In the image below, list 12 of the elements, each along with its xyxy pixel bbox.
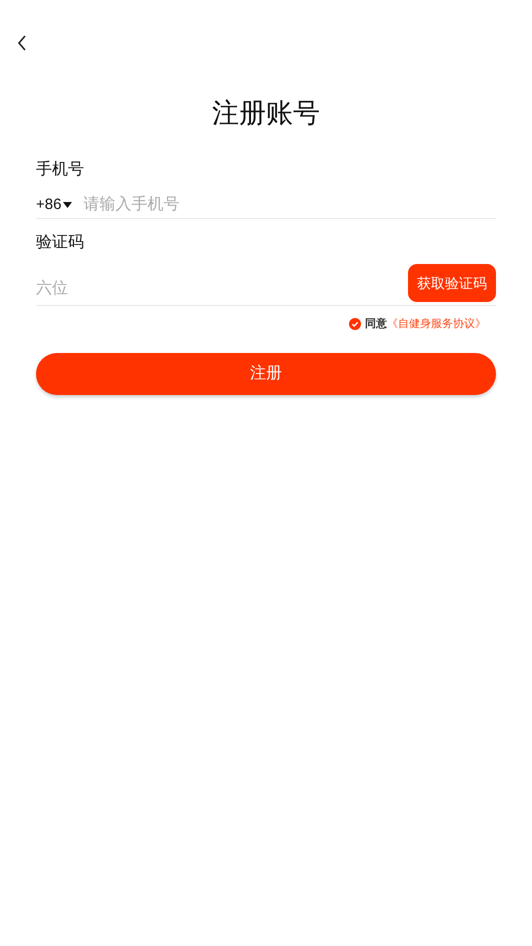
caret-icon <box>63 202 72 208</box>
page-title: 注册账号 <box>212 97 320 130</box>
agreement-text: 同意 <box>365 316 387 332</box>
phone-input-field[interactable]: 请输入手机号 <box>83 193 496 217</box>
agreement-link[interactable]: 《自健身服务协议》 <box>387 316 486 332</box>
code-input-field[interactable]: 六位 <box>36 277 408 301</box>
field-label: 手机号 <box>36 160 84 180</box>
country-code-dropdown[interactable]: +86 <box>36 194 72 216</box>
get-code-button[interactable]: 获取验证码 <box>408 264 496 302</box>
register-button[interactable]: 注册 <box>36 352 496 394</box>
field-label: 验证码 <box>36 233 84 253</box>
checkbox[interactable] <box>349 318 361 330</box>
